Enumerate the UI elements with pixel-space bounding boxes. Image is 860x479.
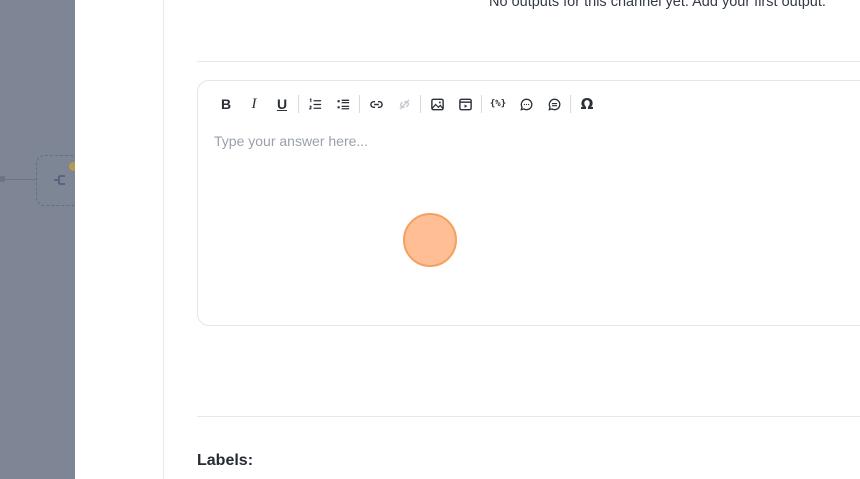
link-icon [369,100,383,108]
answer-textarea[interactable] [214,133,854,313]
comment-icon [519,98,532,111]
ordered-list-button[interactable] [301,93,329,115]
insert-quick-reply-button[interactable] [540,93,568,115]
flow-connector [0,179,36,180]
app-root: No outputs for this channel yet. Add you… [0,0,860,479]
flow-node[interactable] [36,155,75,206]
side-panel: No outputs for this channel yet. Add you… [75,0,860,479]
video-icon [458,98,472,110]
insert-video-button[interactable] [451,93,479,115]
insert-comment-button[interactable] [512,93,540,115]
image-icon [430,98,444,110]
unlink-icon [398,98,410,110]
message-lines-icon [547,98,560,111]
insert-image-button[interactable] [423,93,451,115]
section-divider [197,61,860,62]
unlink-button[interactable] [390,93,418,115]
labels-heading: Labels: [197,452,254,469]
bullet-list-icon [336,99,349,109]
special-character-button[interactable]: Ω [573,93,601,115]
toolbar-separator [481,95,482,113]
toolbar-separator [420,95,421,113]
insert-link-button[interactable] [362,93,390,115]
flow-connector-handle [0,176,5,182]
editor-toolbar: B I U {%} Ω [212,93,601,115]
click-cursor-indicator [403,213,457,267]
ordered-list-icon [308,97,321,109]
toolbar-separator [359,95,360,113]
toolbar-separator [570,95,571,113]
bold-button[interactable]: B [212,93,240,115]
empty-outputs-message: No outputs for this channel yet. Add you… [489,0,826,10]
italic-button[interactable]: I [240,93,268,115]
split-icon [54,175,65,185]
rich-text-editor: B I U {%} Ω Type your answer here... [197,80,860,326]
flow-canvas-overlay[interactable] [0,0,75,479]
bullet-list-button[interactable] [329,93,357,115]
section-divider [197,416,860,417]
toolbar-separator [298,95,299,113]
insert-variable-button[interactable]: {%} [484,93,512,115]
panel-divider [163,0,164,479]
underline-button[interactable]: U [268,93,296,115]
